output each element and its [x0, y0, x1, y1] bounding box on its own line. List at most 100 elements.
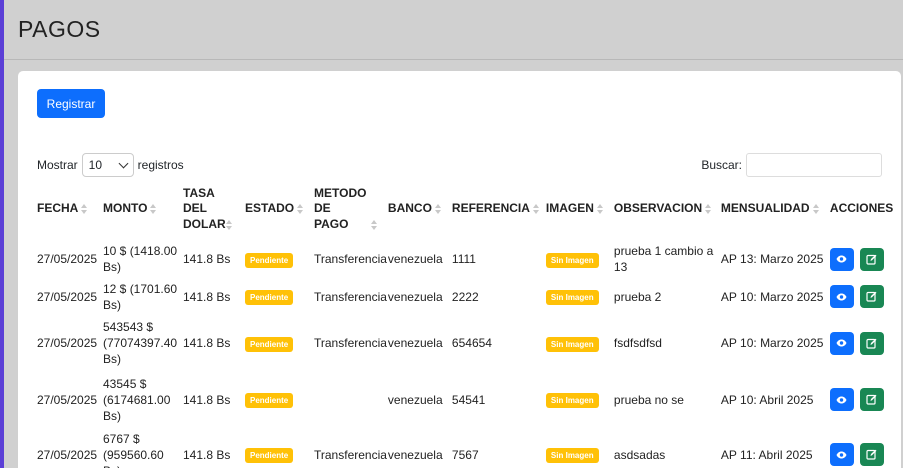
- edit-button[interactable]: [859, 331, 884, 355]
- cell-referencia: 54541: [451, 392, 486, 407]
- eye-icon: [836, 396, 847, 403]
- col-estado[interactable]: ESTADO: [244, 179, 313, 239]
- register-button[interactable]: Registrar: [37, 89, 105, 118]
- edit-button[interactable]: [859, 285, 884, 308]
- cell-banco: venezuela: [387, 447, 443, 462]
- cell-referencia: 2222: [451, 289, 479, 304]
- cell-imagen: Sin Imagen: [545, 239, 613, 279]
- cell-estado: Pendiente: [244, 239, 313, 279]
- cell-estado: Pendiente: [244, 314, 313, 372]
- col-tasa[interactable]: TASA DEL DOLAR: [182, 179, 244, 239]
- cell-fecha: 27/05/2025: [37, 336, 98, 350]
- cell-metodo: [313, 372, 387, 427]
- edit-button[interactable]: [859, 443, 884, 466]
- cell-mensualidad: AP 10: Marzo 2025: [720, 336, 824, 350]
- view-button[interactable]: [829, 247, 854, 271]
- col-monto[interactable]: MONTO: [102, 179, 182, 239]
- edit-icon: [866, 254, 877, 265]
- cell-tasa: 141.8 Bs: [183, 336, 231, 350]
- col-acciones: ACCIONES: [829, 201, 894, 216]
- edit-button[interactable]: [859, 247, 884, 271]
- sort-icon: [705, 204, 712, 215]
- cell-acciones: [829, 279, 893, 314]
- row-actions: [829, 247, 893, 271]
- cell-observacion: prueba 2: [613, 289, 662, 304]
- view-button[interactable]: [829, 285, 854, 308]
- cell-tasa: 141.8 Bs: [183, 392, 231, 407]
- cell-banco: venezuela: [387, 289, 443, 304]
- cell-mensualidad: AP 11: Abril 2025: [720, 447, 813, 462]
- length-control: Mostrar 10 registros: [37, 153, 184, 177]
- view-button[interactable]: [829, 331, 854, 355]
- length-select[interactable]: 10: [81, 153, 134, 177]
- col-imagen[interactable]: IMAGEN: [545, 179, 613, 239]
- page-title: PAGOS: [18, 16, 101, 42]
- cell-observacion: asdsadas: [613, 447, 666, 462]
- status-badge: Pendiente: [245, 290, 294, 305]
- cell-tasa: 141.8 Bs: [183, 289, 231, 304]
- col-banco[interactable]: BANCO: [387, 179, 451, 239]
- sort-icon: [596, 204, 603, 215]
- sort-icon: [434, 204, 441, 215]
- search-control: Buscar:: [701, 153, 882, 177]
- cell-monto: 10 $ (1418.00 Bs): [103, 244, 178, 274]
- col-referencia[interactable]: REFERENCIA: [451, 179, 545, 239]
- cell-fecha: 27/05/2025: [37, 289, 98, 304]
- view-button[interactable]: [829, 443, 854, 466]
- table-row: 27/05/2025 10 $ (1418.00 Bs) 141.8 Bs Pendi…: [36, 239, 893, 279]
- cell-fecha: 27/05/2025: [37, 392, 98, 407]
- length-prefix: Mostrar: [37, 158, 78, 172]
- table-row: 27/05/2025 12 $ (1701.60 Bs) 141.8 Bs Pendi…: [36, 279, 893, 314]
- image-badge: Sin Imagen: [545, 336, 599, 352]
- cell-monto: 6767 $ (959560.60 Bs): [103, 431, 164, 468]
- cell-referencia: 7567: [451, 447, 479, 462]
- col-mensualidad[interactable]: MENSUALIDAD: [720, 179, 829, 239]
- cell-imagen: Sin Imagen: [545, 372, 613, 427]
- view-button[interactable]: [829, 388, 854, 411]
- cell-banco: venezuela: [387, 392, 443, 407]
- status-badge: Pendiente: [245, 252, 294, 268]
- sort-icon: [81, 204, 88, 215]
- edit-icon: [866, 449, 877, 460]
- cell-referencia: 654654: [451, 336, 492, 350]
- sort-icon: [297, 204, 304, 215]
- cell-acciones: [829, 314, 893, 372]
- table-row: 27/05/2025 43545 $ (6174681.00 Bs) 141.8 B…: [36, 372, 893, 427]
- cell-tasa: 141.8 Bs: [183, 252, 231, 266]
- image-badge: Sin Imagen: [545, 290, 599, 305]
- cell-acciones: [829, 239, 893, 279]
- search-label: Buscar:: [701, 158, 742, 172]
- status-badge: Pendiente: [245, 393, 294, 408]
- col-observacion[interactable]: OBSERVACION: [613, 179, 720, 239]
- length-suffix: registros: [137, 158, 184, 172]
- image-badge: Sin Imagen: [545, 252, 599, 268]
- cell-monto: 12 $ (1701.60 Bs): [103, 281, 178, 312]
- cell-banco: venezuela: [387, 252, 443, 266]
- col-metodo[interactable]: METODO DE PAGO: [313, 179, 387, 239]
- image-badge: Sin Imagen: [545, 393, 599, 408]
- page-header: PAGOS: [4, 0, 903, 60]
- image-badge: Sin Imagen: [545, 448, 599, 463]
- sort-icon: [150, 204, 157, 215]
- sort-icon: [812, 204, 819, 215]
- eye-icon: [836, 293, 847, 300]
- eye-icon: [836, 339, 847, 347]
- col-fecha[interactable]: FECHA: [36, 179, 102, 239]
- cell-estado: Pendiente: [244, 372, 313, 427]
- cell-observacion: prueba 1 cambio a 13: [613, 244, 714, 274]
- edit-icon: [866, 291, 877, 302]
- row-actions: [829, 443, 893, 466]
- table-header-row: FECHA MONTO TASA DEL DOLAR ESTADO METODO…: [36, 179, 893, 239]
- cell-imagen: Sin Imagen: [545, 314, 613, 372]
- row-actions: [829, 388, 893, 411]
- cell-mensualidad: AP 10: Marzo 2025: [720, 289, 824, 304]
- table-row: 27/05/2025 6767 $ (959560.60 Bs) 141.8 Bs P…: [36, 427, 893, 468]
- table-row: 27/05/2025 543543 $ (77074397.40 Bs) 141.8…: [36, 314, 893, 372]
- cell-acciones: [829, 372, 893, 427]
- cell-observacion: prueba no se: [613, 392, 684, 407]
- cell-monto: 543543 $ (77074397.40 Bs): [103, 320, 178, 366]
- sort-icon: [226, 219, 232, 230]
- edit-button[interactable]: [859, 388, 884, 411]
- search-input[interactable]: [746, 153, 882, 177]
- cell-mensualidad: AP 13: Marzo 2025: [720, 252, 824, 266]
